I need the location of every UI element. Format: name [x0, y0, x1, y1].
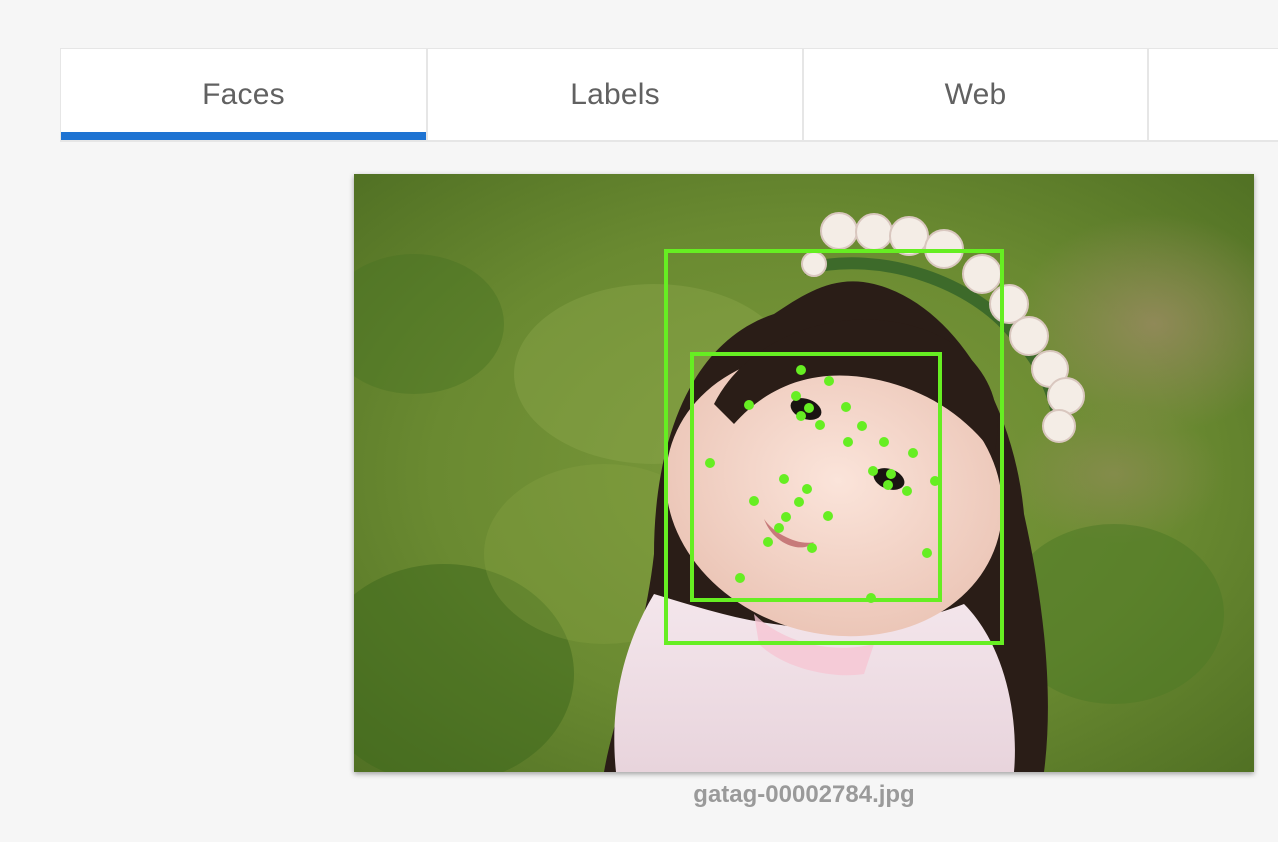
landmark-point	[705, 458, 715, 468]
landmark-point	[841, 402, 851, 412]
landmark-point	[866, 593, 876, 603]
landmark-point	[749, 496, 759, 506]
landmark-point	[886, 469, 896, 479]
landmark-point	[802, 484, 812, 494]
landmark-point	[815, 420, 825, 430]
landmark-point	[794, 497, 804, 507]
landmark-point	[908, 448, 918, 458]
landmark-point	[857, 421, 867, 431]
landmark-point	[781, 512, 791, 522]
active-tab-indicator	[61, 132, 426, 140]
landmark-point	[796, 365, 806, 375]
tab-labels-label: Labels	[570, 77, 660, 111]
landmark-point	[902, 486, 912, 496]
landmark-point	[930, 476, 940, 486]
tab-faces-label: Faces	[202, 77, 285, 111]
landmark-point	[883, 480, 893, 490]
landmark-point	[843, 437, 853, 447]
landmark-point	[879, 437, 889, 447]
landmark-point	[868, 466, 878, 476]
analyzed-photo	[354, 174, 1254, 772]
dirt-patch	[1004, 404, 1224, 544]
tab-faces[interactable]: Faces	[61, 49, 426, 140]
landmark-point	[774, 523, 784, 533]
results-tab-bar: Faces Labels Web	[60, 48, 1278, 142]
landmark-point	[824, 376, 834, 386]
tab-overflow[interactable]	[1149, 49, 1278, 140]
landmark-point	[922, 548, 932, 558]
tab-web[interactable]: Web	[804, 49, 1147, 140]
landmark-point	[796, 411, 806, 421]
landmark-point	[779, 474, 789, 484]
image-filename: gatag-00002784.jpg	[693, 781, 915, 808]
landmark-point	[791, 391, 801, 401]
tab-web-label: Web	[944, 77, 1007, 111]
landmark-point	[823, 511, 833, 521]
landmark-point	[735, 573, 745, 583]
landmark-point	[744, 400, 754, 410]
tab-labels[interactable]: Labels	[428, 49, 802, 140]
landmark-point	[807, 543, 817, 553]
photo-canvas	[354, 174, 1254, 772]
landmark-point	[804, 403, 814, 413]
landmark-point	[763, 537, 773, 547]
